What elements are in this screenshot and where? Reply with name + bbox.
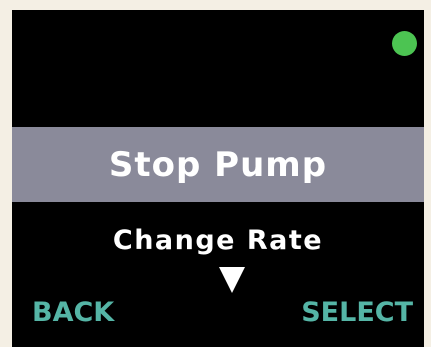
menu-item-label: Change Rate: [112, 224, 324, 256]
status-indicator-icon: [392, 31, 417, 56]
menu-item-stop-pump[interactable]: Stop Pump: [12, 127, 424, 202]
scroll-down-icon: [219, 267, 245, 293]
menu-item-label: Stop Pump: [108, 144, 328, 185]
back-softkey[interactable]: BACK: [32, 296, 114, 330]
select-softkey[interactable]: SELECT: [301, 296, 413, 330]
menu-item-change-rate[interactable]: Change Rate: [12, 218, 424, 262]
